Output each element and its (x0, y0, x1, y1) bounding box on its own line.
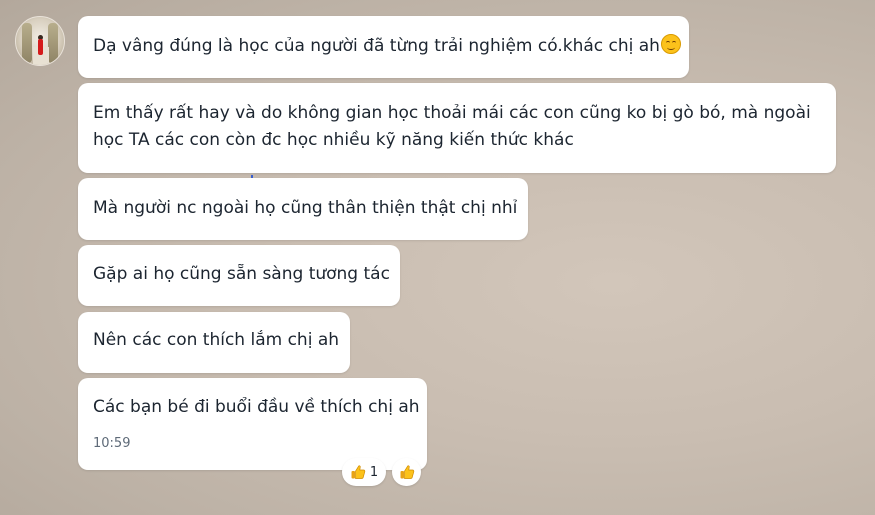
message-bubble[interactable]: Dạ vâng đúng là học của người đã từng tr… (78, 16, 689, 78)
reaction-count: 1 (369, 464, 379, 480)
sender-avatar[interactable] (15, 16, 65, 66)
message-bubble[interactable]: Mà người nc ngoài họ cũng thân thiện thậ… (78, 178, 528, 240)
message-text: Gặp ai họ cũng sẵn sàng tương tác (93, 264, 390, 284)
message-timestamp: 10:59 (93, 436, 131, 451)
quick-like-button[interactable] (392, 458, 421, 486)
thumbs-up-icon (351, 465, 366, 479)
message-text: Em thấy rất hay và do không gian học tho… (93, 103, 811, 150)
message-bubble[interactable]: Các bạn bé đi buổi đầu về thích chị ah 1… (78, 378, 427, 470)
message-bubble[interactable]: Em thấy rất hay và do không gian học tho… (78, 83, 836, 173)
message-text: Nên các con thích lắm chị ah (93, 330, 340, 350)
message-text: Dạ vâng đúng là học của người đã từng tr… (93, 36, 660, 56)
avatar-person (38, 39, 43, 55)
thumbs-up-icon (400, 465, 414, 479)
smiling-face-icon (660, 34, 681, 54)
avatar-bg-right (48, 23, 58, 63)
reaction-summary[interactable]: 1 (342, 458, 386, 486)
message-bubble[interactable]: Gặp ai họ cũng sẵn sàng tương tác (78, 245, 400, 306)
message-text: Mà người nc ngoài họ cũng thân thiện thậ… (93, 198, 518, 218)
avatar-bg-left (22, 23, 32, 63)
message-bubble[interactable]: Nên các con thích lắm chị ah (78, 312, 350, 373)
message-text: Các bạn bé đi buổi đầu về thích chị ah (93, 397, 420, 417)
